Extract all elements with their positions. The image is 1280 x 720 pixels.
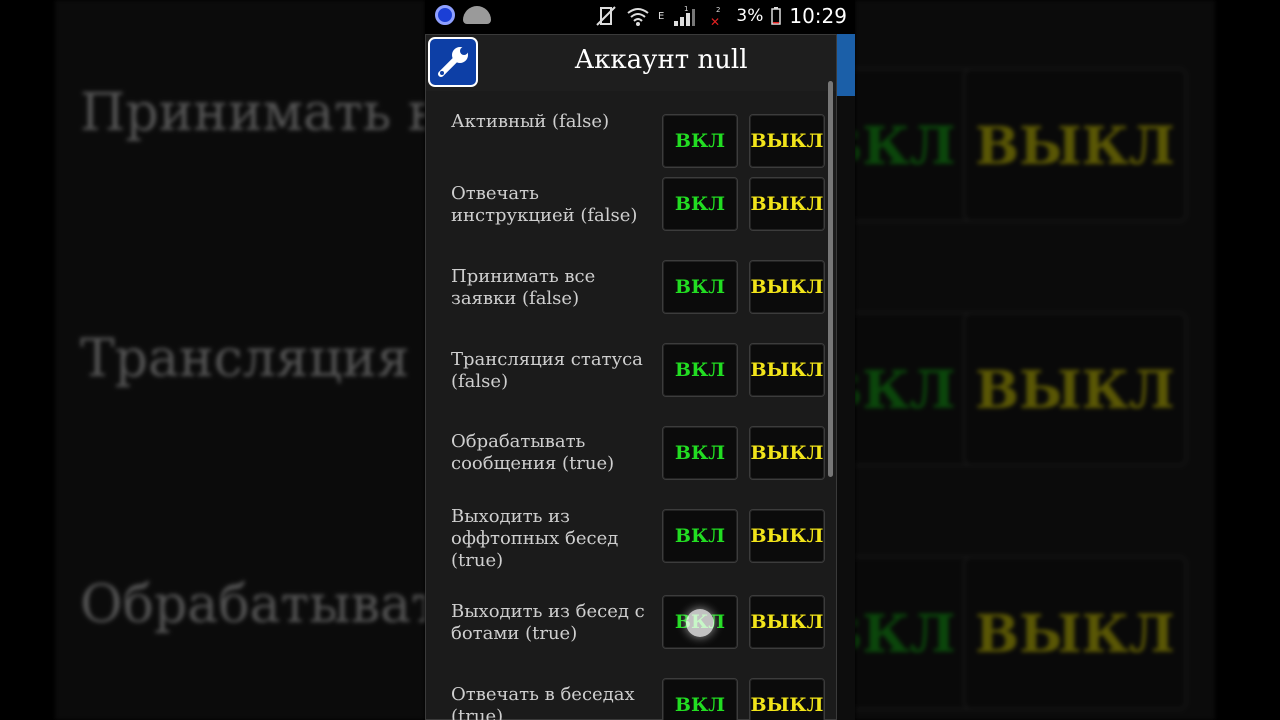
off-button[interactable]: ВЫКЛ	[749, 595, 825, 649]
battery-icon	[771, 7, 782, 25]
clock: 10:29	[789, 4, 847, 28]
wifi-icon	[627, 8, 649, 26]
on-button[interactable]: ВКЛ	[662, 343, 738, 397]
network-type: E	[658, 10, 665, 22]
on-button[interactable]: ВКЛ	[662, 260, 738, 314]
setting-label: Активный (false)	[451, 111, 610, 132]
scrollbar[interactable]	[828, 81, 833, 477]
off-button[interactable]: ВЫКЛ	[749, 509, 825, 563]
on-button[interactable]: ВКЛ	[662, 177, 738, 231]
vibrate-mute-icon	[596, 6, 616, 26]
wrench-icon	[428, 37, 478, 87]
dialog-title: Аккаунт null	[574, 45, 748, 75]
settings-list: Активный (false) ВКЛ ВЫКЛ Отвечать инстр…	[443, 91, 828, 720]
off-button[interactable]: ВЫКЛ	[749, 343, 825, 397]
off-button[interactable]: ВЫКЛ	[749, 678, 825, 720]
blur-off-button: ВЫКЛ	[963, 68, 1187, 222]
background-blur-right: ВКЛ ВЫКЛ ВКЛ ВЫКЛ ВКЛ ВЫКЛ	[855, 0, 1215, 720]
account-dialog: Аккаунт null Активный (false) ВКЛ ВЫКЛ О…	[425, 34, 837, 720]
on-button[interactable]: ВКЛ	[662, 426, 738, 480]
on-button[interactable]: ВКЛ	[662, 678, 738, 720]
background-blur-left: Принимать все заявки (false) Трансляция …	[55, 0, 425, 720]
setting-label: Отвечать в беседах (true)	[451, 684, 635, 720]
blur-text: Принимать все заявки (false)	[80, 83, 425, 143]
status-bar: E 1 2 ✕ 3% 10:29	[425, 0, 855, 34]
svg-text:1: 1	[684, 5, 688, 13]
touch-indicator	[686, 609, 714, 637]
blur-off-button: ВЫКЛ	[963, 556, 1187, 710]
battery-percent: 3%	[736, 6, 764, 26]
svg-text:2: 2	[716, 6, 720, 14]
off-button[interactable]: ВЫКЛ	[749, 426, 825, 480]
dialog-header: Аккаунт null	[426, 35, 836, 91]
setting-label: Принимать все заявки (false)	[451, 266, 596, 309]
setting-label: Трансляция статуса (false)	[451, 349, 643, 392]
off-button[interactable]: ВЫКЛ	[749, 260, 825, 314]
off-button[interactable]: ВЫКЛ	[749, 177, 825, 231]
android-icon	[463, 6, 491, 24]
svg-text:✕: ✕	[710, 15, 720, 27]
signal-sim2-icon: 2 ✕	[710, 6, 720, 27]
signal-sim1-icon: 1	[674, 5, 696, 26]
on-button[interactable]: ВКЛ	[662, 509, 738, 563]
off-button[interactable]: ВЫКЛ	[749, 114, 825, 168]
app-notification-icon	[435, 5, 455, 25]
setting-label: Обрабатывать сообщения (true)	[451, 431, 615, 474]
setting-label: Отвечать инструкцией (false)	[451, 183, 638, 226]
phone-screen: E 1 2 ✕ 3% 10:29 Аккаунт null Активный (…	[425, 0, 855, 720]
setting-label: Выходить из бесед с ботами (true)	[451, 601, 645, 644]
blur-text: Обрабатывать сообщения (true)	[80, 575, 425, 635]
on-button[interactable]: ВКЛ	[662, 114, 738, 168]
setting-label: Выходить из оффтопных бесед (true)	[451, 506, 619, 571]
blur-off-button: ВЫКЛ	[963, 312, 1187, 466]
blur-text: Трансляция статуса (false)	[80, 329, 425, 389]
